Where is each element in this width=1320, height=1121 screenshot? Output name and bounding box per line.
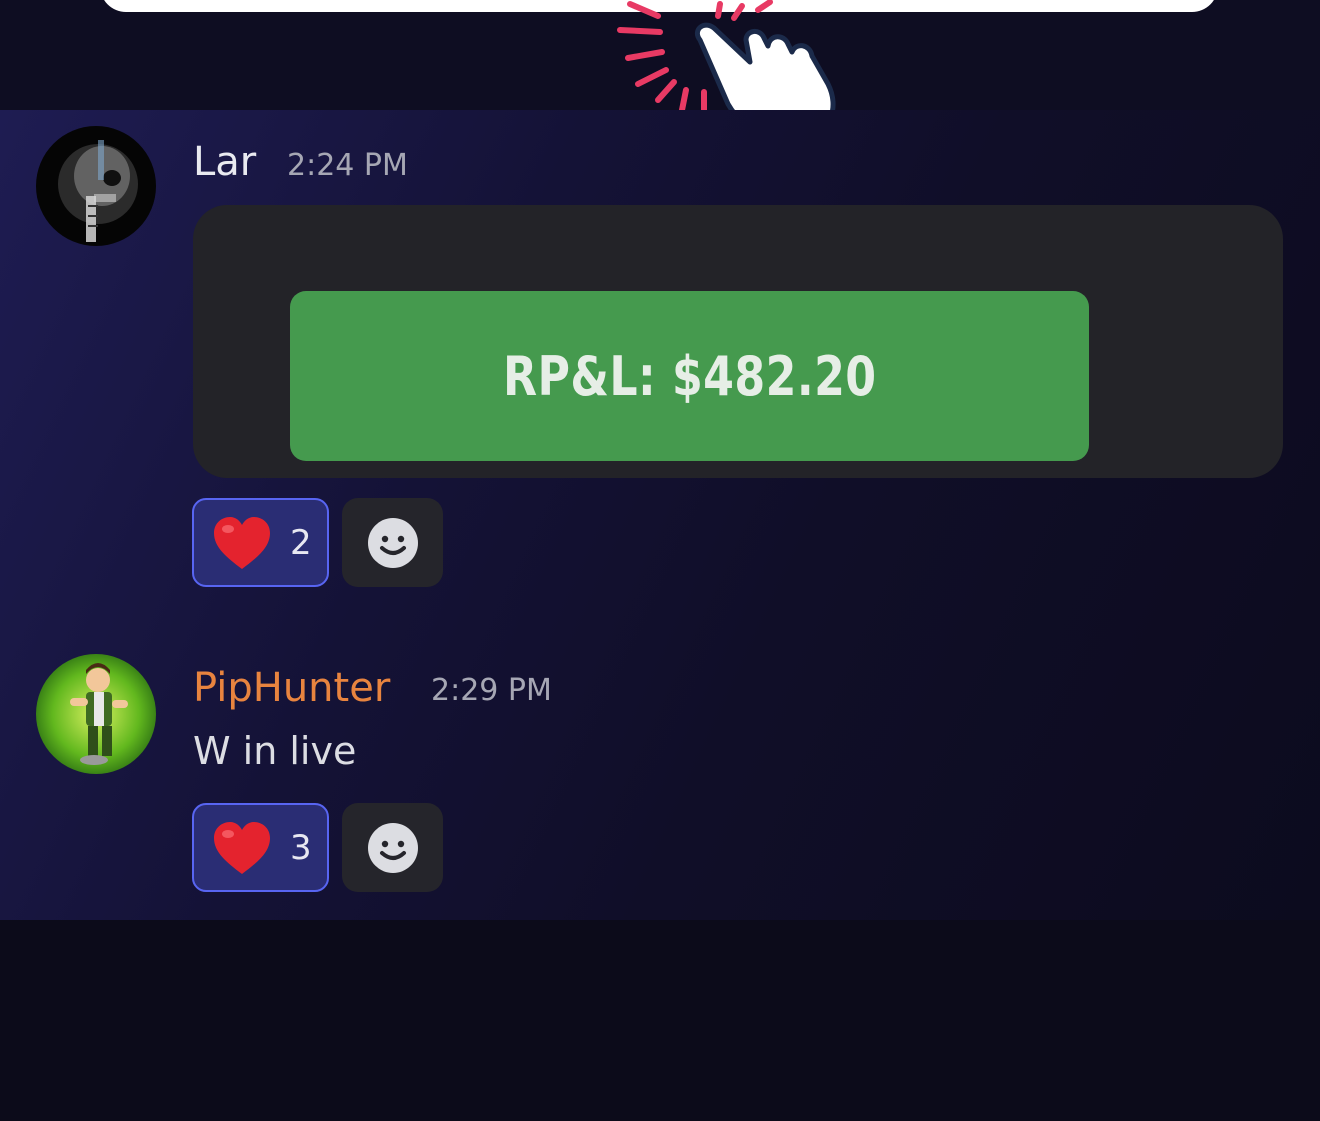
reaction-heart[interactable]: 3: [192, 803, 329, 892]
smiley-icon: [367, 822, 418, 873]
username[interactable]: PipHunter: [193, 664, 390, 712]
top-bar: [0, 0, 1320, 139]
timestamp: 2:24 PM: [287, 148, 408, 183]
add-reaction-button[interactable]: [342, 803, 443, 892]
empty-area: [0, 920, 1320, 1121]
pnl-button[interactable]: RP&L: $482.20: [290, 291, 1089, 461]
add-reaction-button[interactable]: [342, 498, 443, 587]
skull-xray-avatar-icon: [36, 126, 156, 246]
avatar[interactable]: [36, 126, 156, 246]
chat-screen: Lar 2:24 PM RP&L: $482.20 2 PipHunter 2:…: [0, 0, 1320, 1121]
avatar[interactable]: [36, 654, 156, 774]
timestamp: 2:29 PM: [431, 673, 552, 708]
heart-icon: [214, 516, 270, 569]
username[interactable]: Lar: [193, 138, 256, 186]
cartoon-hero-avatar-icon: [36, 654, 156, 774]
message-text: W in live: [193, 729, 357, 773]
reaction-count: 3: [290, 827, 312, 868]
reaction-count: 2: [290, 522, 312, 563]
heart-icon: [214, 821, 270, 874]
smiley-icon: [367, 517, 418, 568]
message-embed: RP&L: $482.20: [193, 205, 1283, 478]
pnl-button-label: RP&L: $482.20: [502, 344, 877, 408]
reaction-heart[interactable]: 2: [192, 498, 329, 587]
